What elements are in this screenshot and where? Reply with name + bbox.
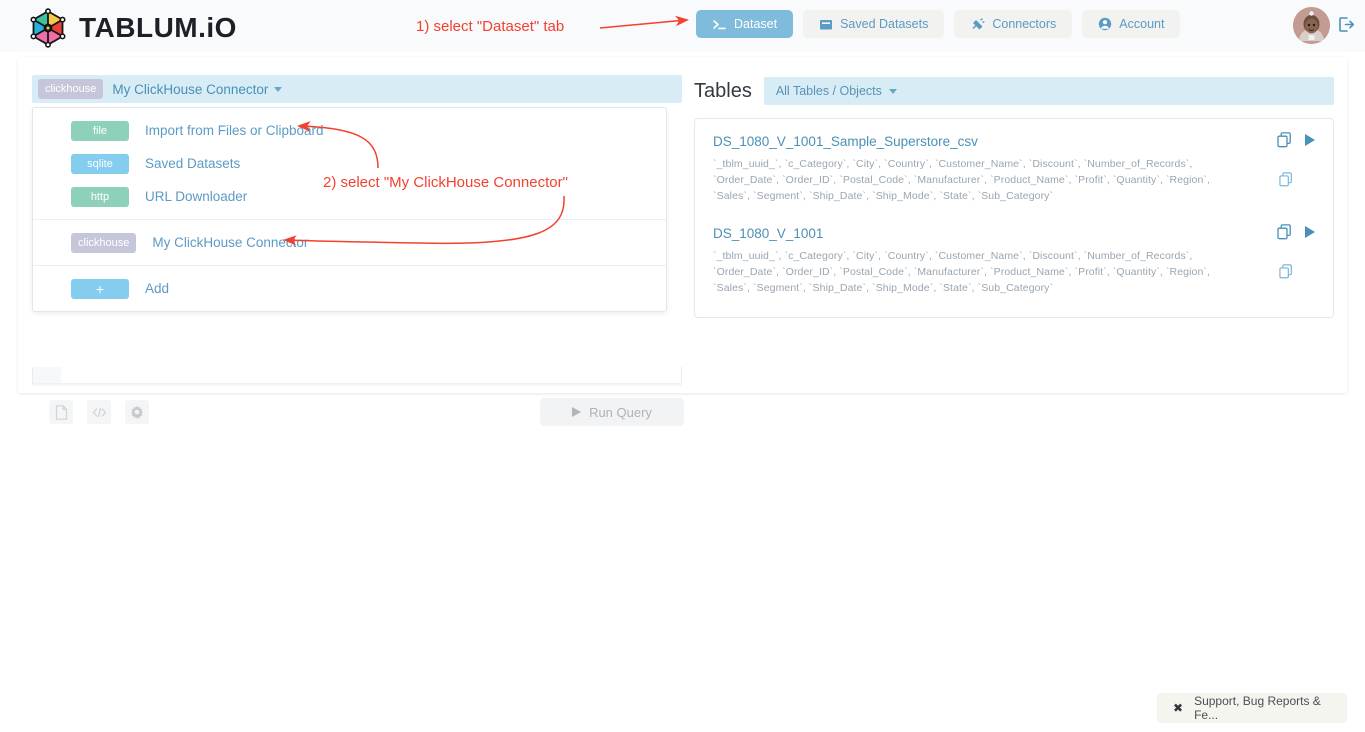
user-circle-icon (1098, 17, 1112, 31)
dropdown-item-add[interactable]: + Add (33, 272, 666, 305)
tab-dataset[interactable]: Dataset (696, 10, 794, 38)
dropdown-item-label: Add (145, 281, 170, 296)
editor-line-gutter (33, 367, 61, 384)
badge-sqlite: sqlite (71, 153, 129, 174)
table-row: DS_1080_V_1001_Sample_Superstore_csv `_t… (713, 132, 1315, 205)
brand-name: TABLUM.iO (79, 12, 237, 43)
table-row-actions (1277, 132, 1315, 148)
code-button[interactable] (87, 400, 111, 424)
run-query-button[interactable]: Run Query (540, 398, 684, 426)
editor-toolbar (49, 400, 149, 424)
settings-button[interactable] (125, 400, 149, 424)
tables-column: Tables All Tables / Objects DS_1080_V_10… (694, 75, 1334, 318)
tab-connectors-label: Connectors (992, 17, 1057, 31)
brand-logo[interactable]: TABLUM.iO (26, 6, 237, 50)
tab-account[interactable]: Account (1082, 10, 1181, 38)
connector-dropdown-menu: file Import from Files or Clipboard sqli… (32, 107, 667, 312)
dropdown-item-label: Import from Files or Clipboard (145, 123, 324, 138)
dataset-source-column: clickhouse My ClickHouse Connector file … (32, 75, 682, 312)
table-name-link[interactable]: DS_1080_V_1001_Sample_Superstore_csv (713, 134, 1245, 149)
run-table-icon[interactable] (1305, 134, 1315, 146)
dropdown-group-builtin: file Import from Files or Clipboard sqli… (33, 108, 666, 219)
page-title: Tables (694, 79, 752, 102)
hexagon-network-logo-icon (30, 8, 66, 48)
logout-icon (1339, 17, 1355, 32)
plus-badge-icon: + (71, 278, 129, 299)
dropdown-item-import-files[interactable]: file Import from Files or Clipboard (33, 114, 666, 147)
support-banner-label: Support, Bug Reports & Fe... (1194, 694, 1321, 722)
dropdown-item-label: My ClickHouse Connector (152, 235, 309, 250)
table-name-link[interactable]: DS_1080_V_1001 (713, 226, 1245, 241)
archive-box-icon (819, 18, 833, 31)
copy-columns-icon[interactable] (1279, 264, 1293, 284)
support-banner[interactable]: ✖ Support, Bug Reports & Fe... (1157, 693, 1347, 723)
avatar[interactable] (1293, 7, 1330, 44)
tables-header: Tables All Tables / Objects (694, 75, 1334, 107)
table-row-actions (1277, 224, 1315, 240)
badge-http: http (71, 186, 129, 207)
run-table-icon[interactable] (1305, 225, 1315, 238)
copy-icon[interactable] (1277, 224, 1292, 240)
terminal-prompt-icon (712, 18, 727, 31)
table-columns: `_tblm_uuid_`, `c_Category`, `City`, `Co… (713, 249, 1211, 294)
dropdown-group-add: + Add (33, 265, 666, 311)
editor-shadow (32, 383, 682, 387)
copy-icon[interactable] (1277, 132, 1292, 148)
chevron-down-icon (274, 86, 283, 92)
app-header: TABLUM.iO Dataset Saved Datasets Connect… (0, 0, 1365, 52)
annotation-step-1: 1) select "Dataset" tab (416, 18, 565, 35)
annotation-step-2: 2) select "My ClickHouse Connector" (323, 174, 568, 191)
main-tabs: Dataset Saved Datasets Connectors Accoun… (696, 10, 1181, 38)
chevron-down-icon (888, 88, 897, 94)
plug-icon (970, 17, 985, 31)
object-filter-select[interactable]: All Tables / Objects (763, 77, 1334, 105)
play-icon (572, 407, 582, 417)
badge-clickhouse: clickhouse (71, 232, 137, 253)
run-query-label: Run Query (589, 404, 652, 420)
badge-file: file (71, 120, 129, 141)
tab-dataset-label: Dataset (734, 17, 778, 31)
document-icon (55, 404, 67, 420)
connector-selector-label: My ClickHouse Connector (112, 82, 283, 97)
tab-saved-datasets[interactable]: Saved Datasets (803, 10, 945, 38)
dropdown-group-connectors: clickhouse My ClickHouse Connector (33, 219, 666, 265)
dropdown-item-label: Saved Datasets (145, 156, 241, 171)
code-brackets-icon (92, 407, 106, 417)
gear-icon (131, 405, 143, 419)
dropdown-item-label: URL Downloader (145, 189, 248, 204)
tab-connectors[interactable]: Connectors (954, 10, 1073, 38)
document-button[interactable] (49, 400, 73, 424)
close-x-icon[interactable]: ✖ (1173, 701, 1183, 715)
table-columns: `_tblm_uuid_`, `c_Category`, `City`, `Co… (713, 158, 1211, 202)
table-row: DS_1080_V_1001 `_tblm_uuid_`, `c_Categor… (713, 224, 1315, 297)
main-panel: clickhouse My ClickHouse Connector file … (18, 57, 1347, 426)
object-filter-label: All Tables / Objects (775, 84, 882, 98)
tab-account-label: Account (1119, 17, 1165, 31)
tab-saved-datasets-label: Saved Datasets (840, 17, 929, 31)
user-avatar-icon (1293, 7, 1330, 44)
logout-button[interactable] (1338, 16, 1355, 38)
connector-selector[interactable]: clickhouse My ClickHouse Connector (32, 75, 682, 103)
connector-badge: clickhouse (38, 79, 104, 99)
copy-columns-icon[interactable] (1279, 172, 1293, 192)
tables-list: DS_1080_V_1001_Sample_Superstore_csv `_t… (694, 118, 1334, 318)
dropdown-item-my-clickhouse-connector[interactable]: clickhouse My ClickHouse Connector (33, 226, 666, 259)
